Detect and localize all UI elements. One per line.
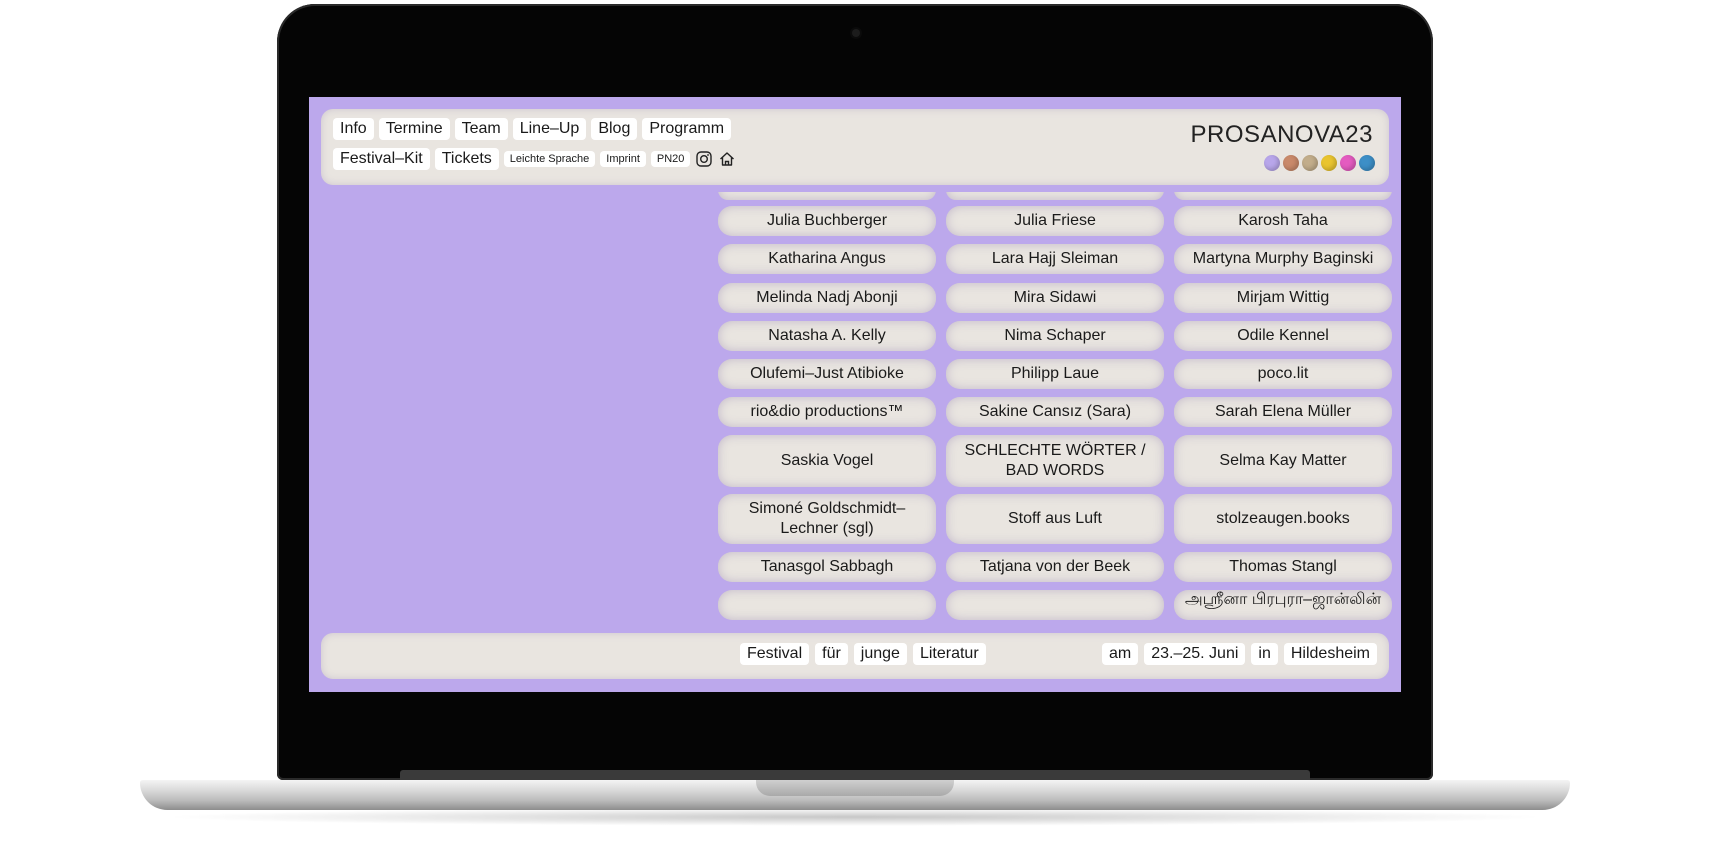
artist-pill[interactable]: Katharina Angus [718,244,936,274]
artist-pill[interactable]: Natasha A. Kelly [718,321,936,351]
artist-pill[interactable]: Mira Sidawi [946,283,1164,313]
artist-pill[interactable]: Lara Hajj Sleiman [946,244,1164,274]
nav-blog[interactable]: Blog [591,118,638,140]
artist-pill[interactable]: Julia Buchberger [718,206,936,236]
artist-pill[interactable]: rio&dio productions™ [718,397,936,427]
nav-festival-kit[interactable]: Festival–Kit [333,148,430,170]
site-footer: Festival für junge Literatur am 23.–25. … [321,633,1389,679]
website-screen: Info Termine Team Line–Up Blog Programm … [309,97,1401,692]
artist-pill[interactable] [718,192,936,200]
artist-pill[interactable]: Simoné Goldschmidt–Lechner (sgl) [718,494,936,544]
footer-word: für [815,643,848,665]
artist-pill[interactable] [946,192,1164,200]
artist-pill[interactable] [946,590,1164,620]
site-header: Info Termine Team Line–Up Blog Programm … [321,109,1389,185]
footer-word: in [1251,643,1278,665]
nav-team[interactable]: Team [454,118,508,140]
artist-pill[interactable]: Melinda Nadj Abonji [718,283,936,313]
footer-word: am [1101,643,1139,665]
artist-pill[interactable]: Tanasgol Sabbagh [718,552,936,582]
nav-programm[interactable]: Programm [642,118,732,140]
artist-pill[interactable]: SCHLECHTE WÖRTER / BAD WORDS [946,435,1164,487]
color-dots [1264,155,1375,171]
camera-icon [852,29,860,37]
laptop-hinge [400,770,1310,780]
laptop-shadow [160,808,1550,826]
artist-pill[interactable] [1174,192,1392,200]
artist-pill[interactable]: அஸ்ரீனா பிரபுரா–ஜான்லின் [1174,590,1392,620]
artist-pill[interactable]: Stoff aus Luft [946,494,1164,544]
artist-pill[interactable]: Tatjana von der Beek [946,552,1164,582]
instagram-icon[interactable] [695,150,713,168]
footer-word: Literatur [912,643,986,665]
nav-imprint[interactable]: Imprint [600,151,646,167]
nav-termine[interactable]: Termine [378,118,450,140]
artist-pill[interactable]: Sarah Elena Müller [1174,397,1392,427]
footer-word: Festival [740,643,810,665]
home-icon[interactable] [718,150,736,168]
footer-tagline: Festival für junge Literatur [740,643,986,665]
artist-pill[interactable]: stolzeaugen.books [1174,494,1392,544]
artist-pill[interactable]: poco.lit [1174,359,1392,389]
artist-pill[interactable]: Odile Kennel [1174,321,1392,351]
artist-pill[interactable]: Nima Schaper [946,321,1164,351]
artist-pill[interactable]: Philipp Laue [946,359,1164,389]
laptop-base-notch [756,780,954,796]
main-nav-row-2: Festival–Kit Tickets Leichte Sprache Imp… [333,148,736,170]
footer-date: 23.–25. Juni [1144,643,1246,665]
nav-line-up[interactable]: Line–Up [512,118,587,140]
nav-tickets[interactable]: Tickets [434,148,499,170]
color-dot-6 [1359,155,1375,171]
line-up-grid: Julia Buchberger Julia Friese Karosh Tah… [718,192,1398,632]
color-dot-4 [1321,155,1337,171]
footer-date-location: am 23.–25. Juni in Hildesheim [1101,643,1377,665]
color-dot-3 [1302,155,1318,171]
color-dot-2 [1283,155,1299,171]
artist-pill[interactable]: Thomas Stangl [1174,552,1392,582]
artist-pill[interactable] [718,590,936,620]
artist-pill[interactable]: Julia Friese [946,206,1164,236]
artist-pill[interactable]: Sakine Cansız (Sara) [946,397,1164,427]
artist-pill[interactable]: Karosh Taha [1174,206,1392,236]
artist-pill[interactable]: Mirjam Wittig [1174,283,1392,313]
footer-location: Hildesheim [1283,643,1377,665]
main-nav-row-1: Info Termine Team Line–Up Blog Programm [333,118,732,140]
nav-leichte-sprache[interactable]: Leichte Sprache [503,151,596,167]
site-logo[interactable]: PROSANOVA23 [1191,121,1373,149]
color-dot-1 [1264,155,1280,171]
artist-pill[interactable]: Selma Kay Matter [1174,435,1392,487]
artist-pill[interactable]: Saskia Vogel [718,435,936,487]
footer-word: junge [853,643,907,665]
nav-info[interactable]: Info [333,118,374,140]
artist-pill[interactable]: Olufemi–Just Atibioke [718,359,936,389]
artist-pill[interactable]: Martyna Murphy Baginski [1174,244,1392,274]
nav-pn20[interactable]: PN20 [650,151,691,167]
color-dot-5 [1340,155,1356,171]
